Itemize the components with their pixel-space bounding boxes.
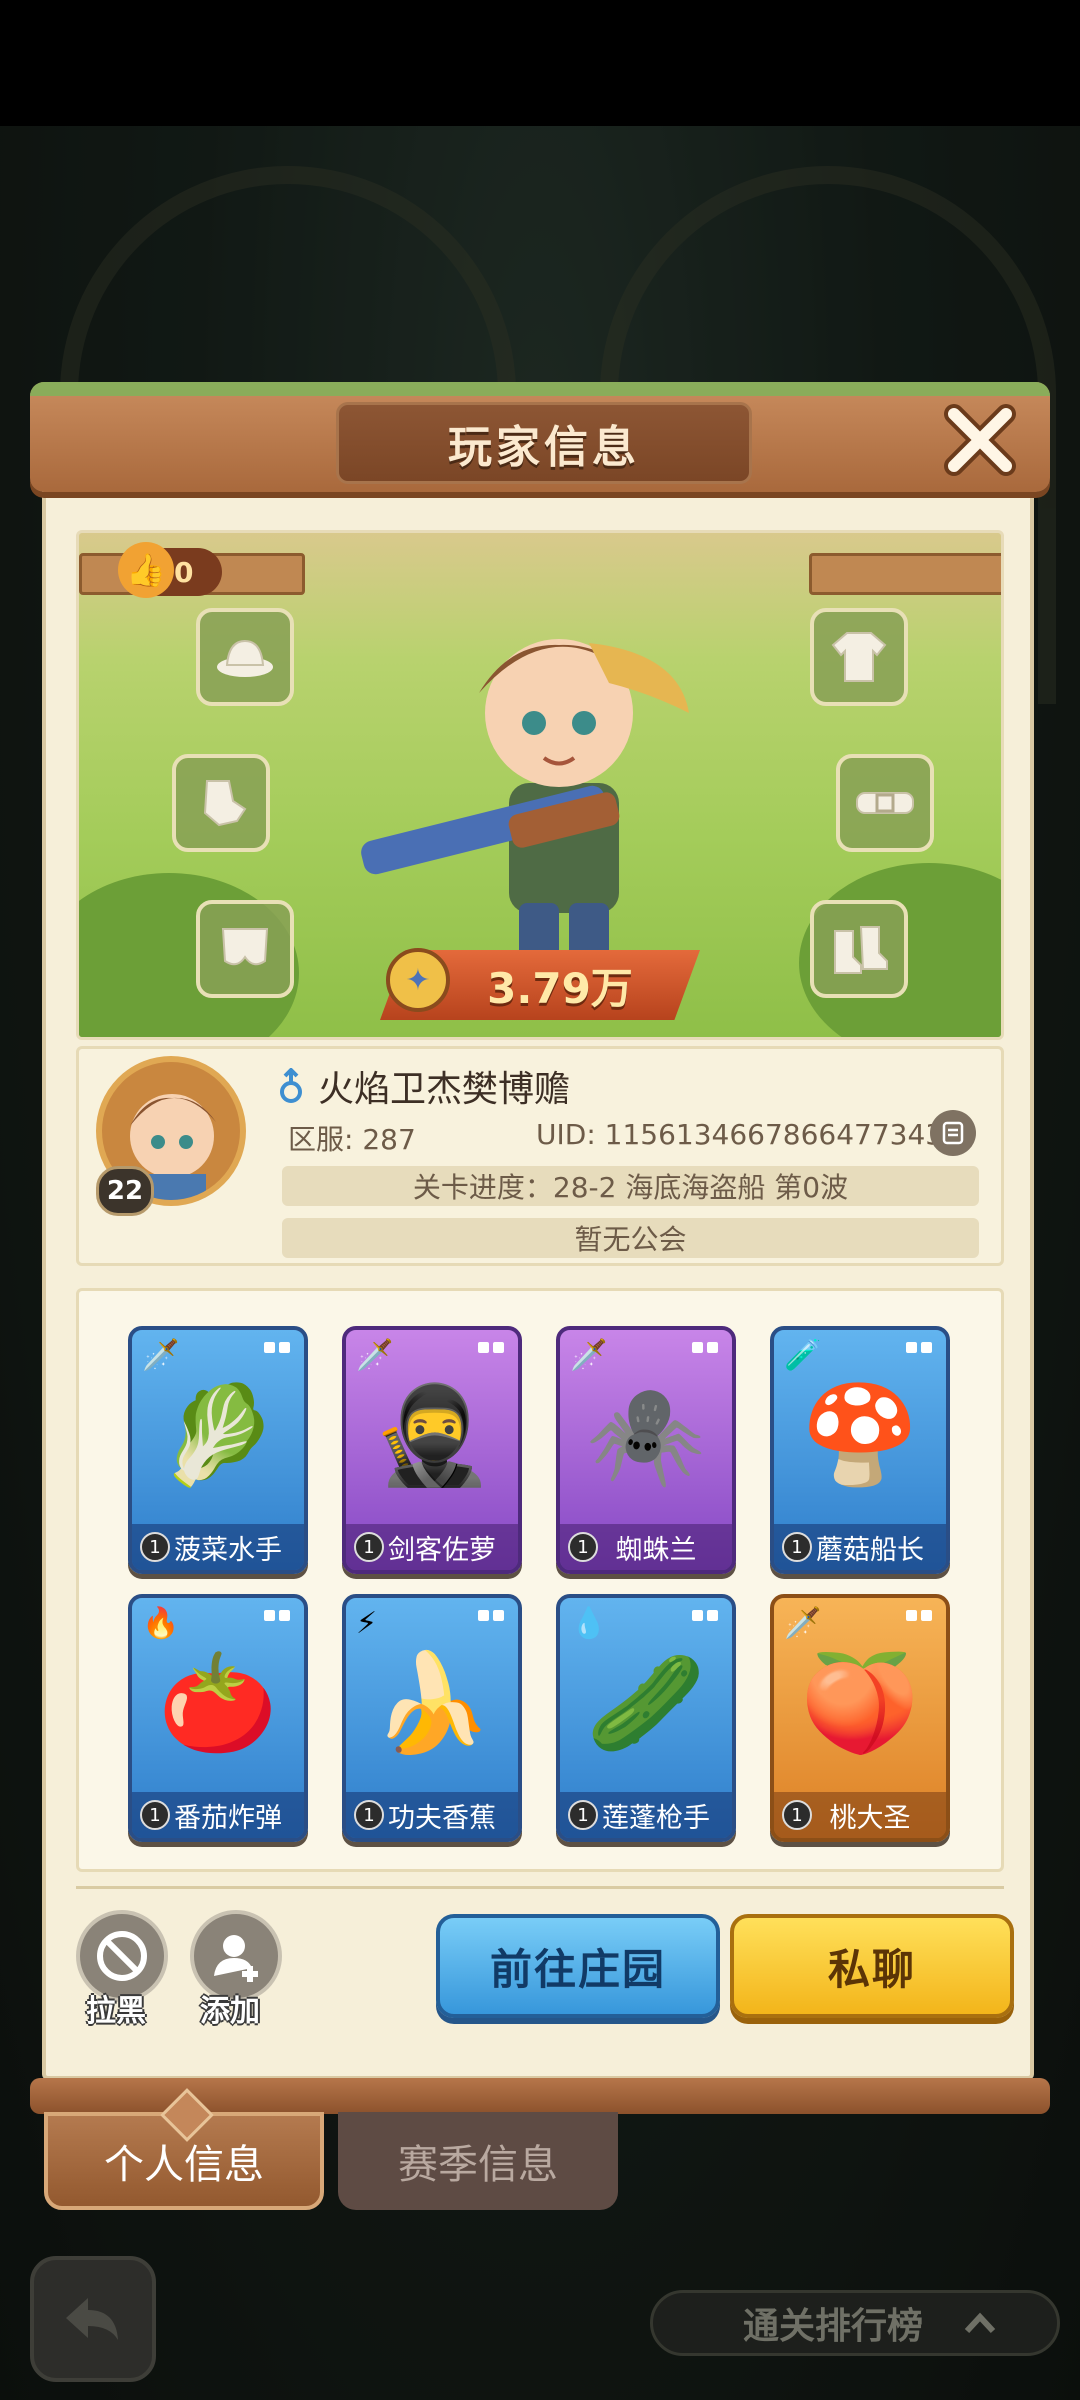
- shirt-icon: [831, 632, 887, 682]
- rank-dots-icon: [478, 1342, 504, 1353]
- thumbs-up-icon: 👍: [118, 542, 174, 598]
- sword-icon: 🗡️: [142, 1338, 180, 1373]
- visit-manor-button[interactable]: 前往庄园: [436, 1914, 720, 2018]
- server-label: 区服: 287: [288, 1123, 416, 1156]
- pants-icon: [221, 928, 269, 966]
- equip-slot-shirt[interactable]: [810, 608, 908, 706]
- hero-card[interactable]: 🗡️ 🥬 菠菜水手 1: [128, 1326, 308, 1574]
- hero-level-badge: 1: [140, 1800, 170, 1830]
- belt-icon: [856, 792, 914, 814]
- sword-icon: 🗡️: [784, 1606, 822, 1641]
- sword-icon: 🗡️: [570, 1338, 608, 1373]
- divider: [76, 1886, 1004, 1889]
- fence: [809, 553, 1001, 595]
- hero-card[interactable]: 🧪 🍄 蘑菇船长 1: [770, 1326, 950, 1574]
- hero-card[interactable]: 🔥 🍅 番茄炸弹 1: [128, 1594, 308, 1842]
- hero-portrait: 🍌: [372, 1647, 492, 1759]
- like-count: 0: [174, 555, 194, 589]
- stage-progress: 关卡进度：28-2 海底海盗船 第0波: [282, 1166, 979, 1206]
- power-icon: ✦: [386, 948, 450, 1012]
- close-button[interactable]: [938, 398, 1022, 482]
- equip-slot-boots[interactable]: [810, 900, 908, 998]
- player-name-row: 火焰卫杰樊博赡: [276, 1060, 570, 1112]
- hero-portrait: 🥷: [372, 1379, 492, 1491]
- equip-slot-belt[interactable]: [836, 754, 934, 852]
- clear-leaderboard-button[interactable]: 通关排行榜: [650, 2290, 1060, 2356]
- hero-portrait: 🍑: [800, 1647, 920, 1759]
- equip-slot-pants[interactable]: [196, 900, 294, 998]
- back-button[interactable]: [30, 2256, 156, 2382]
- back-arrow-icon: [66, 2298, 118, 2340]
- leaderboard-label: 通关排行榜: [743, 2306, 924, 2347]
- equip-slot-hat[interactable]: [196, 608, 294, 706]
- rank-dots-icon: [906, 1610, 932, 1621]
- hero-card[interactable]: 🗡️ 🍑 桃大圣 1: [770, 1594, 950, 1842]
- hero-level-badge: 1: [354, 1532, 384, 1562]
- hero-card[interactable]: 💧 🥒 莲蓬枪手 1: [556, 1594, 736, 1842]
- hero-portrait: 🍄: [800, 1379, 920, 1491]
- rank-dots-icon: [264, 1342, 290, 1353]
- hero-card[interactable]: ⚡ 🍌 功夫香蕉 1: [342, 1594, 522, 1842]
- copy-uid-button[interactable]: [930, 1110, 976, 1156]
- gloves-icon: [203, 780, 247, 827]
- chevron-up-icon: [964, 2312, 996, 2334]
- hero-level-badge: 1: [782, 1532, 812, 1562]
- copy-icon: [942, 1121, 964, 1145]
- close-icon: [944, 404, 1016, 476]
- rank-dots-icon: [692, 1610, 718, 1621]
- like-counter[interactable]: 👍 0: [118, 542, 222, 598]
- hero-level-badge: 1: [568, 1532, 598, 1562]
- hero-portrait: 🕷️: [586, 1379, 706, 1491]
- hero-level-badge: 1: [568, 1800, 598, 1830]
- rank-dots-icon: [264, 1610, 290, 1621]
- water-icon: 💧: [570, 1606, 608, 1641]
- hero-portrait: 🥒: [586, 1647, 706, 1759]
- hero-card[interactable]: 🗡️ 🥷 剑客佐萝 1: [342, 1326, 522, 1574]
- hero-card[interactable]: 🗡️ 🕷️ 蜘蛛兰 1: [556, 1326, 736, 1574]
- hero-level-badge: 1: [782, 1800, 812, 1830]
- rank-dots-icon: [478, 1610, 504, 1621]
- player-level-badge: 22: [96, 1166, 154, 1216]
- combat-power-value: 3.79万: [487, 963, 633, 1013]
- fire-icon: 🔥: [142, 1606, 180, 1641]
- sword-icon: 🗡️: [356, 1338, 394, 1373]
- hero-portrait: 🍅: [158, 1647, 278, 1759]
- rank-dots-icon: [906, 1342, 932, 1353]
- block-label: 拉黑: [86, 1994, 146, 2029]
- character-avatar: [361, 639, 689, 1009]
- hero-level-badge: 1: [354, 1800, 384, 1830]
- hero-portrait: 🥬: [158, 1379, 278, 1491]
- player-name: 火焰卫杰樊博赡: [318, 1069, 571, 1110]
- block-icon: [97, 1931, 147, 1981]
- panel-title: 玩家信息: [336, 402, 752, 484]
- hero-level-badge: 1: [140, 1532, 170, 1562]
- potion-icon: 🧪: [784, 1338, 822, 1373]
- add-label: 添加: [200, 1994, 260, 2029]
- guild-status: 暂无公会: [282, 1218, 979, 1258]
- add-user-icon: [214, 1935, 258, 1982]
- rank-dots-icon: [692, 1342, 718, 1353]
- private-chat-button[interactable]: 私聊: [730, 1914, 1014, 2018]
- tab-season-info[interactable]: 赛季信息: [338, 2112, 618, 2210]
- hat-icon: [217, 639, 273, 677]
- lightning-icon: ⚡: [356, 1606, 378, 1641]
- boots-icon: [834, 926, 888, 974]
- uid-label: UID: 1156134667866477343: [536, 1118, 944, 1151]
- equip-slot-gloves[interactable]: [172, 754, 270, 852]
- gender-icon: [280, 1068, 302, 1103]
